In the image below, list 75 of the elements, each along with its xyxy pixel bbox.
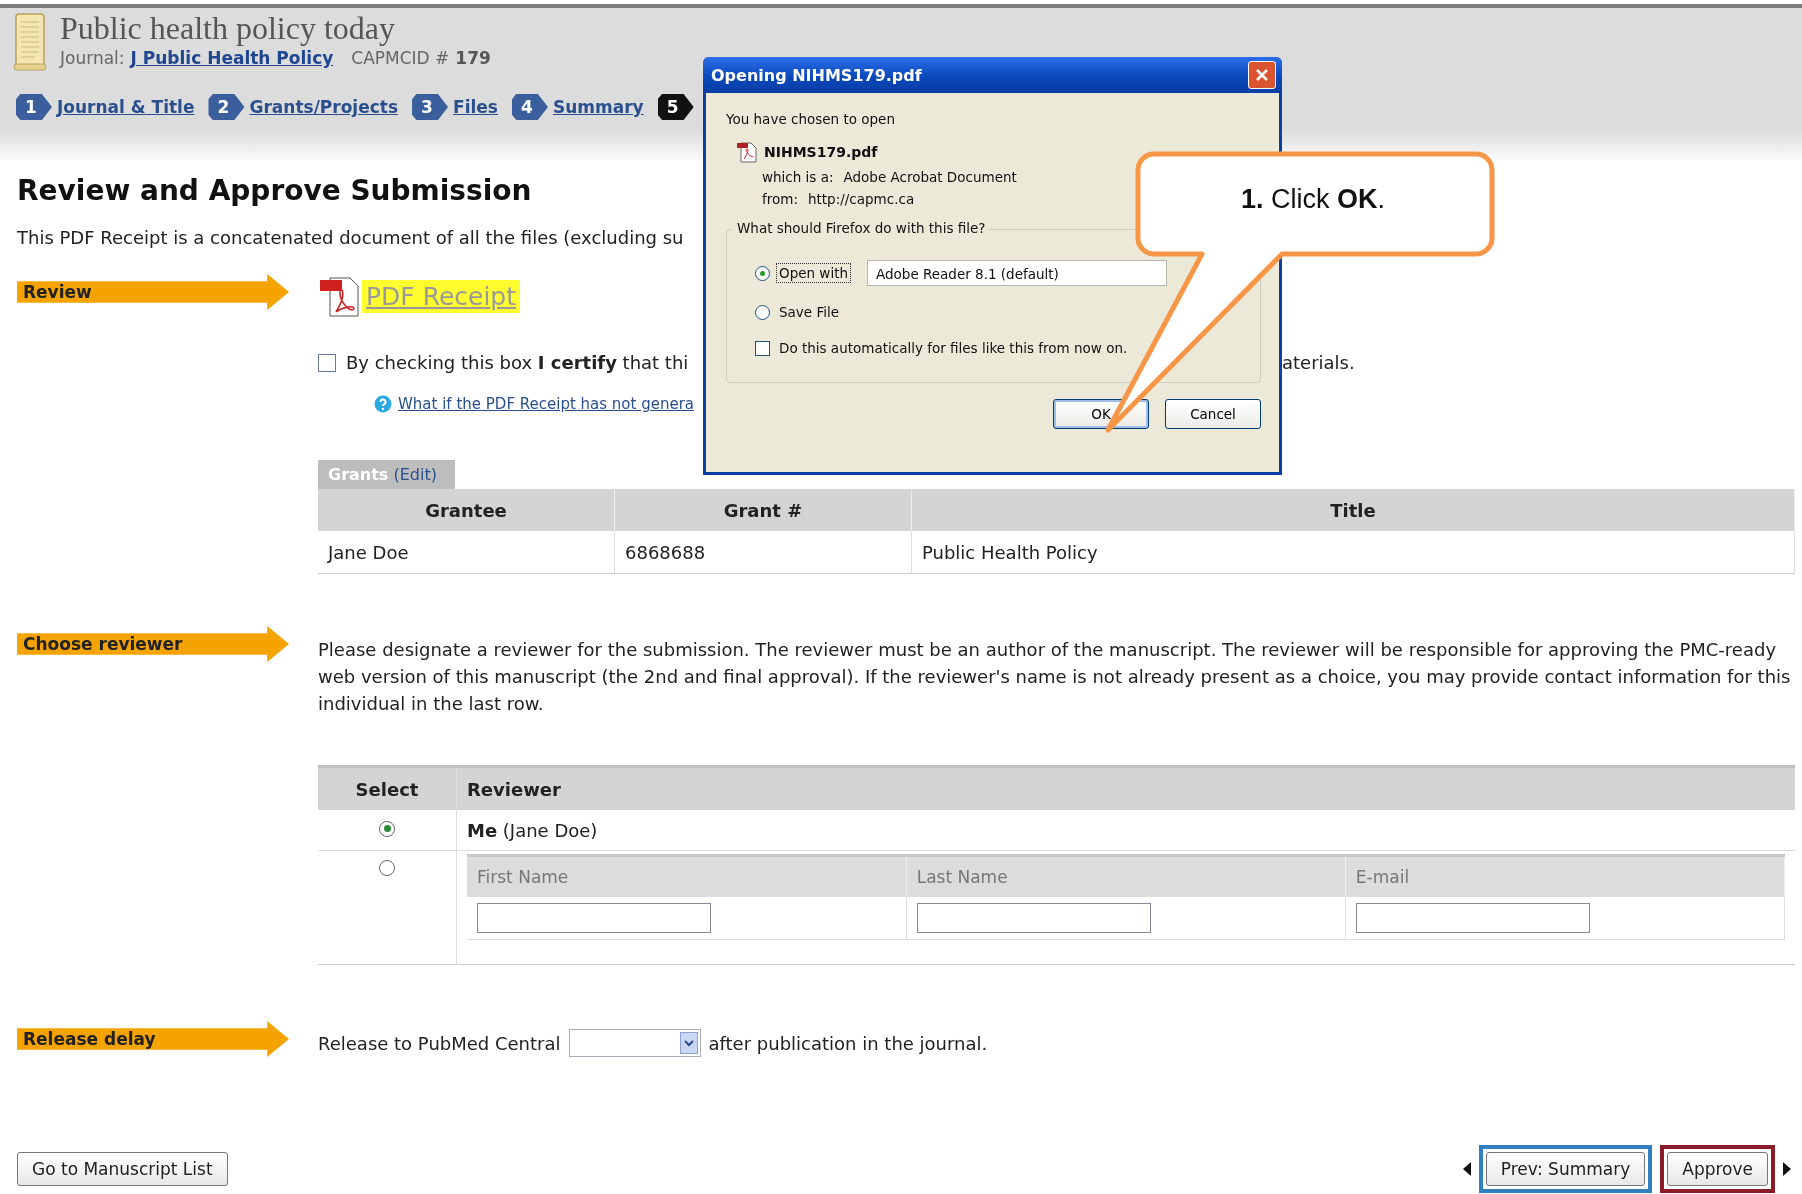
step-number: 4 — [511, 94, 548, 120]
column-header: E-mail — [1345, 855, 1785, 897]
column-header: Select — [318, 766, 457, 810]
nav-button[interactable]: Prev: Summary — [1485, 1152, 1646, 1186]
column-header: First Name — [467, 855, 907, 897]
option-label: Open with — [776, 263, 851, 283]
info-label: from: — [762, 191, 798, 207]
column-header: Last Name — [906, 855, 1346, 897]
table-cell: 6868688 — [614, 531, 912, 574]
step-number: 1 — [16, 94, 52, 120]
release-delay-select[interactable] — [568, 1029, 701, 1057]
help-icon — [374, 395, 392, 413]
column-header: Grantee — [318, 489, 615, 531]
pdf-file-icon — [736, 141, 758, 163]
journal-title: Public health policy today — [60, 9, 397, 48]
info-value: Adobe Acrobat Document — [843, 169, 1017, 185]
step-link[interactable]: Files — [453, 97, 498, 117]
step-number: 2 — [208, 94, 245, 120]
step-number: 3 — [412, 94, 449, 120]
nav-button[interactable]: Approve — [1667, 1152, 1768, 1186]
column-header: Reviewer — [456, 766, 1795, 810]
reviewer-name: Me (Jane Doe) — [467, 819, 598, 841]
file-name: NIHMS179.pdf — [764, 144, 878, 160]
close-button[interactable] — [1248, 61, 1276, 89]
step-link[interactable]: Summary — [552, 97, 644, 117]
info-label: which is a: — [762, 169, 834, 185]
grants-tab-title: Grants — [328, 465, 389, 484]
triangle-left-icon — [1462, 1162, 1471, 1176]
certify-text: By checking this box I certify that thi — [346, 352, 689, 373]
option-checkbox[interactable] — [755, 340, 770, 356]
pdf-file-icon — [318, 274, 362, 318]
section-arrow-label: Choose reviewer — [17, 626, 289, 662]
certify-checkbox[interactable] — [318, 353, 336, 372]
intro-text: This PDF Receipt is a concatenated document of all the files (excluding su — [17, 227, 684, 248]
option-radio[interactable] — [755, 265, 770, 281]
instructions-text: Please designate a reviewer for the submission. The reviewer must be an author of the manuscript. The reviewer will be responsible for approving the PMC-ready web version of this manuscript (the 2nd and final approval). If the reviewer's name is not already present as a choice, you may provide contact information for this individual in the last row. — [318, 638, 1792, 716]
column-header: Grant # — [614, 489, 912, 531]
journal-link[interactable]: J Public Health Policy — [130, 48, 334, 68]
page-title: Review and Approve Submission — [17, 174, 532, 207]
release-text: after publication in the journal. — [708, 1032, 988, 1054]
option-label: Save File — [778, 303, 841, 322]
caret-icon — [679, 1032, 698, 1054]
section-arrow-label: Review — [17, 274, 289, 310]
manuscript-list-button[interactable]: Go to Manuscript List — [17, 1152, 228, 1186]
dialog-text: You have chosen to open — [726, 111, 896, 127]
dialog-title: Opening NIHMS179.pdf — [711, 65, 922, 85]
capmcid-label: CAPMCID # — [351, 48, 450, 68]
scroll-icon — [12, 12, 48, 72]
certify-text: aterials. — [1282, 352, 1356, 373]
table-cell: Public Health Policy — [911, 531, 1795, 574]
capmcid-value: 179 — [455, 48, 491, 68]
step-link[interactable]: Journal & Title — [57, 97, 195, 117]
option-radio[interactable] — [755, 304, 770, 320]
triangle-right-icon — [1783, 1162, 1791, 1176]
option-label: Do this automatically for files like this from now on. — [778, 339, 1129, 358]
journal-label: Journal: — [60, 48, 125, 68]
reviewer-radio[interactable] — [379, 820, 395, 837]
group-legend: What should Firefox do with this file? — [733, 220, 990, 236]
step-link[interactable]: Grants/Projects — [249, 97, 399, 117]
info-value: http://capmc.ca — [807, 191, 915, 207]
edit-link[interactable]: (Edit) — [393, 465, 437, 484]
input-field[interactable] — [1355, 903, 1590, 933]
dialog-button[interactable]: Cancel — [1165, 399, 1261, 429]
help-link[interactable]: What if the PDF Receipt has not genera — [398, 395, 695, 413]
close-icon — [1255, 68, 1269, 82]
callout-text: 1. Click OK. — [1239, 184, 1386, 215]
application-field[interactable]: Adobe Reader 8.1 (default) — [867, 260, 1167, 286]
column-header: Title — [911, 489, 1795, 531]
release-text: Release to PubMed Central — [318, 1032, 561, 1054]
reviewer-radio[interactable] — [379, 860, 395, 876]
input-field[interactable] — [477, 903, 711, 933]
table-cell: Jane Doe — [318, 531, 615, 574]
step-number: 5 — [657, 94, 694, 120]
section-arrow-label: Release delay — [17, 1021, 289, 1057]
input-field[interactable] — [916, 903, 1151, 933]
